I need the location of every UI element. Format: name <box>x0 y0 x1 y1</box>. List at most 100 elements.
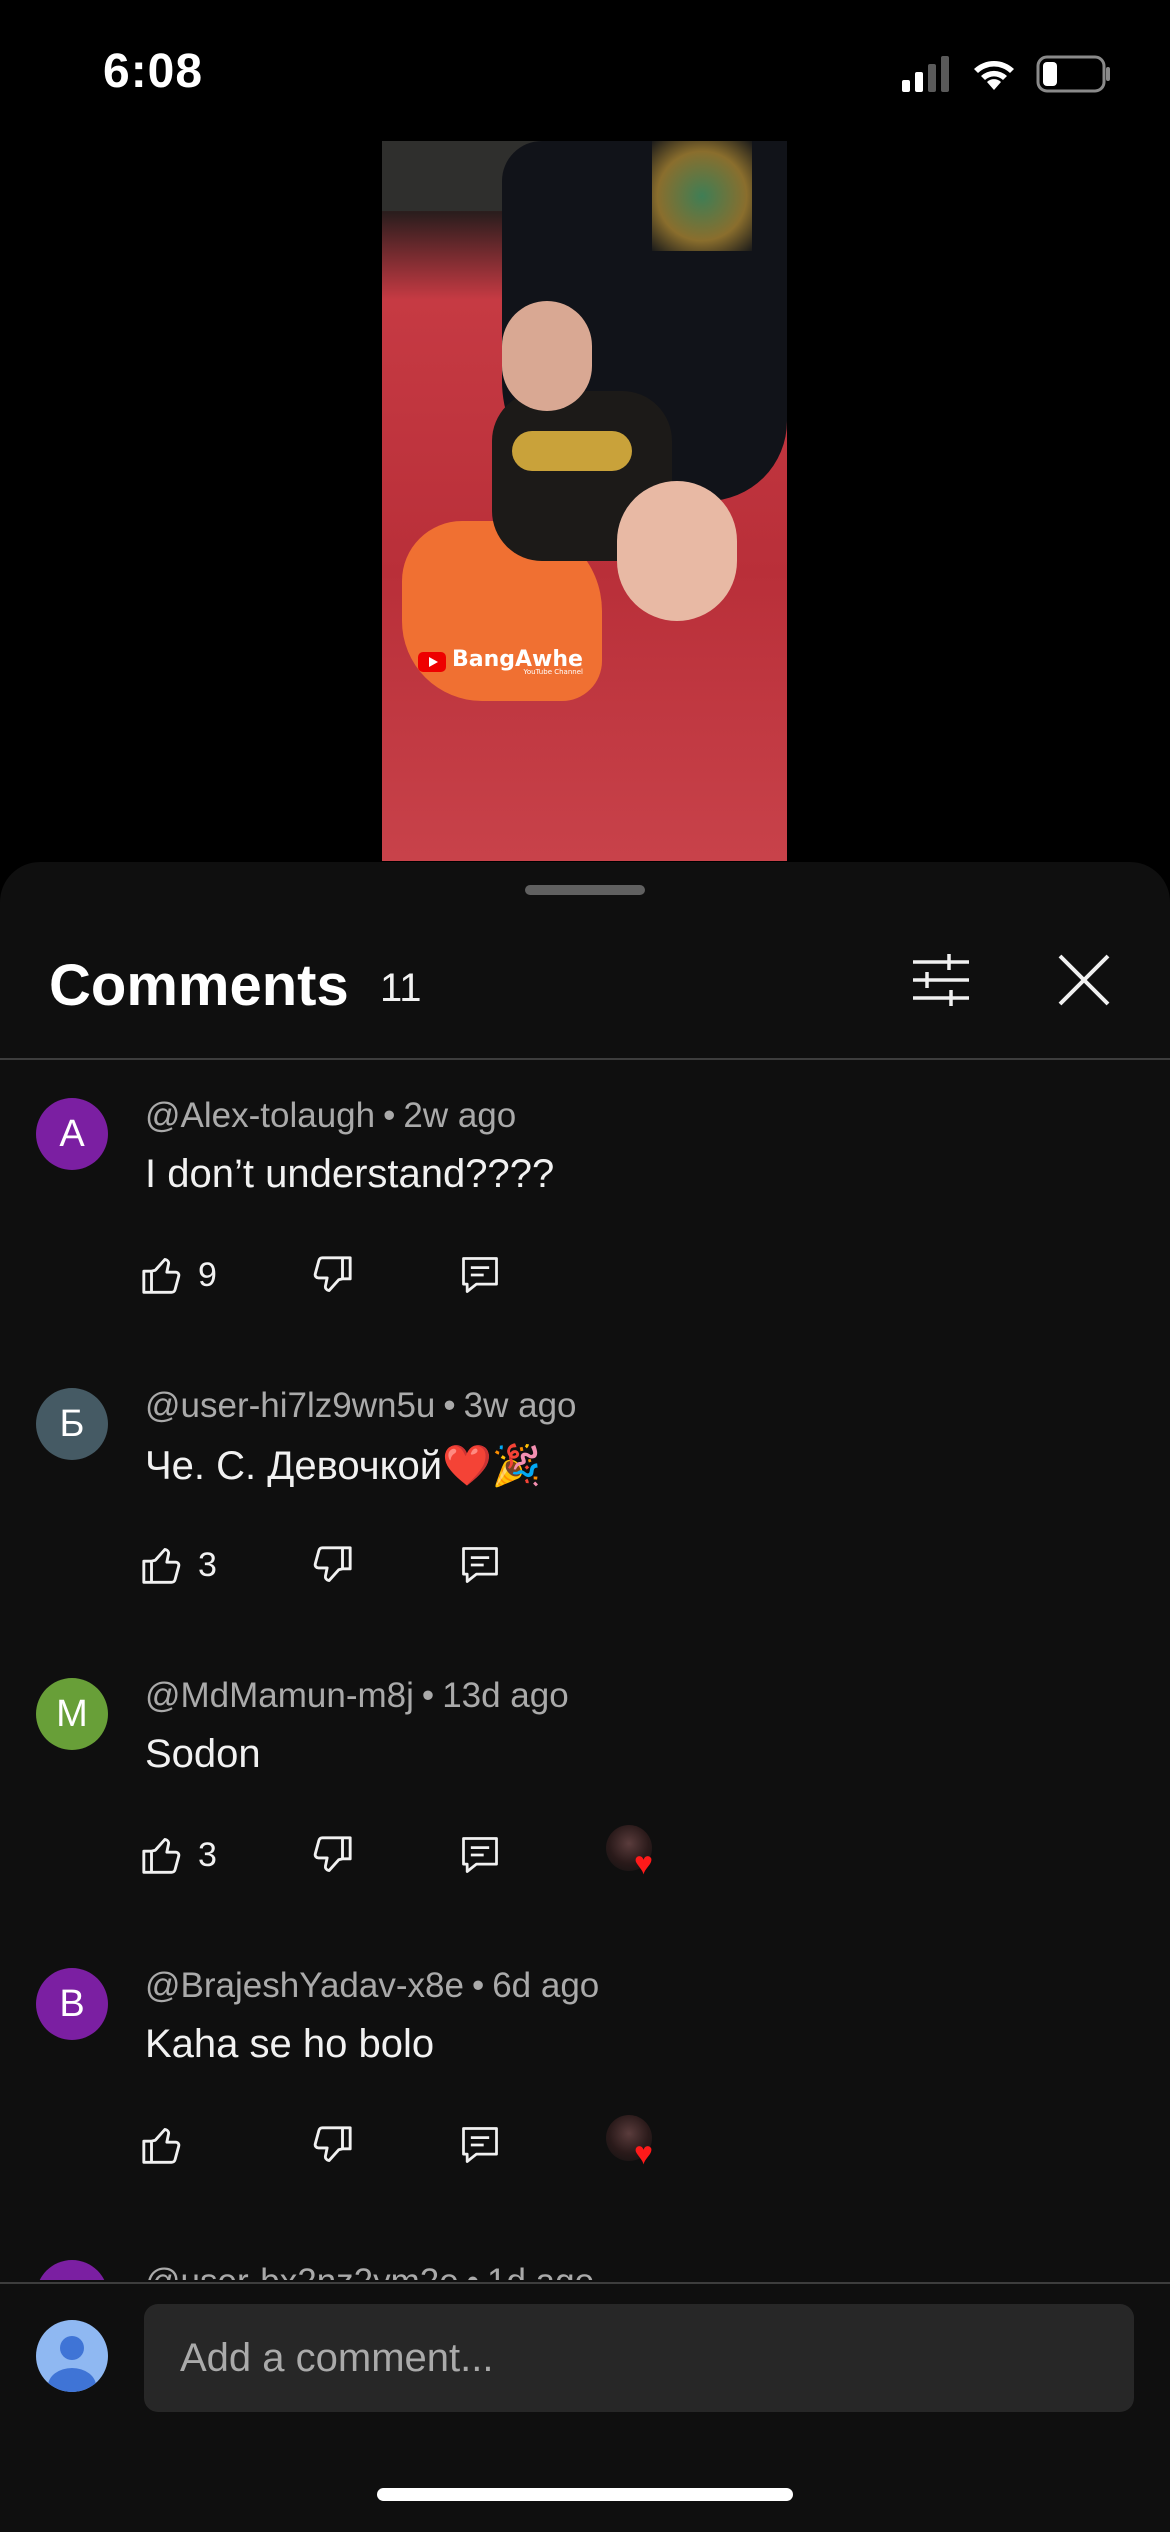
meta-separator: • <box>467 2262 479 2280</box>
comment-meta: @Alex-tolaugh • 2w ago <box>145 1096 516 1136</box>
watermark-text-wrap: BangAwhe YouTube Channel <box>452 647 583 676</box>
video-frame-emblem <box>652 141 752 251</box>
dislike-button[interactable] <box>308 2110 354 2180</box>
thumbs-up-icon <box>142 1258 181 1294</box>
reply-button[interactable] <box>458 1530 502 1600</box>
comment-author[interactable]: @BrajeshYadav-x8e <box>145 1966 464 2005</box>
status-bar: 6:08 <box>0 0 1170 140</box>
comments-count: 11 <box>380 966 422 1010</box>
video-watermark: BangAwhe YouTube Channel <box>418 647 583 676</box>
status-time: 6:08 <box>103 45 204 98</box>
battery-icon <box>1036 55 1110 93</box>
video-frame-skin <box>617 481 737 621</box>
comment-item: M @MdMamun-m8j • 13d ago Sodon 3 ♥ <box>0 1642 1170 1932</box>
comments-header: Comments 11 <box>0 922 1170 1032</box>
comment-item: A @Alex-tolaugh • 2w ago I don’t understan… <box>0 1062 1170 1352</box>
meta-separator: • <box>471 1966 485 2005</box>
thumbs-down-icon <box>313 1546 352 1582</box>
reply-button[interactable] <box>458 1240 502 1310</box>
avatar[interactable]: A <box>36 1098 108 1170</box>
thumbs-down-icon <box>313 2126 352 2162</box>
comment-actions: 9 <box>140 1240 1040 1310</box>
comment-author[interactable]: @user-bx2nz2ym2e <box>145 2262 459 2280</box>
like-count: 3 <box>198 1835 217 1874</box>
creator-heart-badge: ♥ <box>606 1820 670 1890</box>
comment-author[interactable]: @user-hi7lz9wn5u <box>145 1386 435 1425</box>
video-frame-face <box>502 301 592 411</box>
comment-time: 3w ago <box>463 1386 577 1425</box>
thumbs-down-icon <box>313 1836 352 1872</box>
composer-divider <box>0 2282 1170 2284</box>
thumbs-down-icon <box>313 1256 352 1292</box>
comment-author[interactable]: @Alex-tolaugh <box>145 1096 375 1135</box>
comment-meta: @user-hi7lz9wn5u • 3w ago <box>145 1386 577 1426</box>
cellular-signal-icon <box>902 56 949 92</box>
reply-comment-icon <box>462 2127 498 2163</box>
comment-time: 13d ago <box>442 1676 569 1715</box>
comment-text: Sodon <box>145 1732 261 1776</box>
avatar[interactable]: B <box>36 1968 108 2040</box>
creator-heart-badge: ♥ <box>606 2110 670 2180</box>
thumbs-up-icon <box>142 2128 181 2164</box>
meta-separator: • <box>443 1386 456 1425</box>
close-icon <box>1058 954 1110 1006</box>
like-count: 3 <box>198 1545 217 1584</box>
comment-time: 6d ago <box>492 1966 600 2005</box>
user-avatar[interactable] <box>36 2320 108 2392</box>
comment-actions: 3 ♥ <box>140 1820 1040 1890</box>
comments-title: Comments <box>49 953 349 1018</box>
avatar[interactable]: Б <box>36 1388 108 1460</box>
comment-author[interactable]: @MdMamun-m8j <box>145 1676 414 1715</box>
meta-separator: • <box>383 1096 396 1135</box>
like-button[interactable]: 9 <box>140 1240 217 1310</box>
comment-text: I don’t understand???? <box>145 1152 555 1196</box>
reply-comment-icon <box>462 1837 498 1873</box>
comment-actions: ♥ <box>140 2110 1040 2180</box>
comment-meta: @MdMamun-m8j • 13d ago <box>145 1676 569 1716</box>
like-button[interactable] <box>140 2110 198 2180</box>
reply-button[interactable] <box>458 2110 502 2180</box>
drag-handle[interactable] <box>525 885 645 895</box>
comment-item: Б @user-hi7lz9wn5u • 3w ago Че. С. Девочко… <box>0 1352 1170 1642</box>
youtube-logo-icon <box>418 651 446 672</box>
creator-heart: ♥ <box>606 1825 666 1885</box>
default-avatar-icon <box>48 2336 96 2392</box>
comment-item: B @BrajeshYadav-x8e • 6d ago Kaha se ho bo… <box>0 1932 1170 2222</box>
thumbs-up-icon <box>142 1548 181 1584</box>
comment-item-partial: @user-bx2nz2ym2e • 1d ago <box>0 2240 1170 2280</box>
comment-time: 1d ago <box>487 2262 594 2280</box>
close-button[interactable] <box>1048 944 1120 1016</box>
add-comment-input[interactable] <box>144 2304 1134 2412</box>
sliders-icon <box>913 954 969 1006</box>
meta-separator: • <box>421 1676 435 1715</box>
comment-time: 2w ago <box>403 1096 517 1135</box>
reply-comment-icon <box>462 1257 498 1293</box>
comment-text: Kaha se ho bolo <box>145 2022 435 2066</box>
avatar[interactable] <box>36 2260 108 2280</box>
comment-meta: @BrajeshYadav-x8e • 6d ago <box>145 1966 599 2006</box>
sort-filter-button[interactable] <box>905 944 977 1016</box>
reply-comment-icon <box>462 1547 498 1583</box>
like-button[interactable]: 3 <box>140 1530 217 1600</box>
wifi-icon <box>974 61 1014 90</box>
comment-text: Че. С. Девочкой❤️🎉 <box>145 1444 542 1488</box>
like-count: 9 <box>198 1255 217 1294</box>
status-icons <box>900 52 1112 96</box>
like-button[interactable]: 3 <box>140 1820 217 1890</box>
heart-icon: ♥ <box>634 1845 653 1881</box>
comment-meta: @user-bx2nz2ym2e • 1d ago <box>145 2262 594 2280</box>
dislike-button[interactable] <box>308 1530 354 1600</box>
thumbs-up-icon <box>142 1838 181 1874</box>
comments-sheet: Comments 11 A @Alex-tolaugh • 2w ago I don… <box>0 862 1170 2532</box>
video-frame-gold <box>512 431 632 471</box>
video-player[interactable]: BangAwhe YouTube Channel <box>382 141 787 861</box>
comment-actions: 3 <box>140 1530 1040 1600</box>
header-divider <box>0 1058 1170 1060</box>
creator-heart: ♥ <box>606 2115 666 2175</box>
home-indicator[interactable] <box>377 2488 793 2501</box>
dislike-button[interactable] <box>308 1240 354 1310</box>
dislike-button[interactable] <box>308 1820 354 1890</box>
heart-icon: ♥ <box>634 2135 653 2171</box>
reply-button[interactable] <box>458 1820 502 1890</box>
avatar[interactable]: M <box>36 1678 108 1750</box>
